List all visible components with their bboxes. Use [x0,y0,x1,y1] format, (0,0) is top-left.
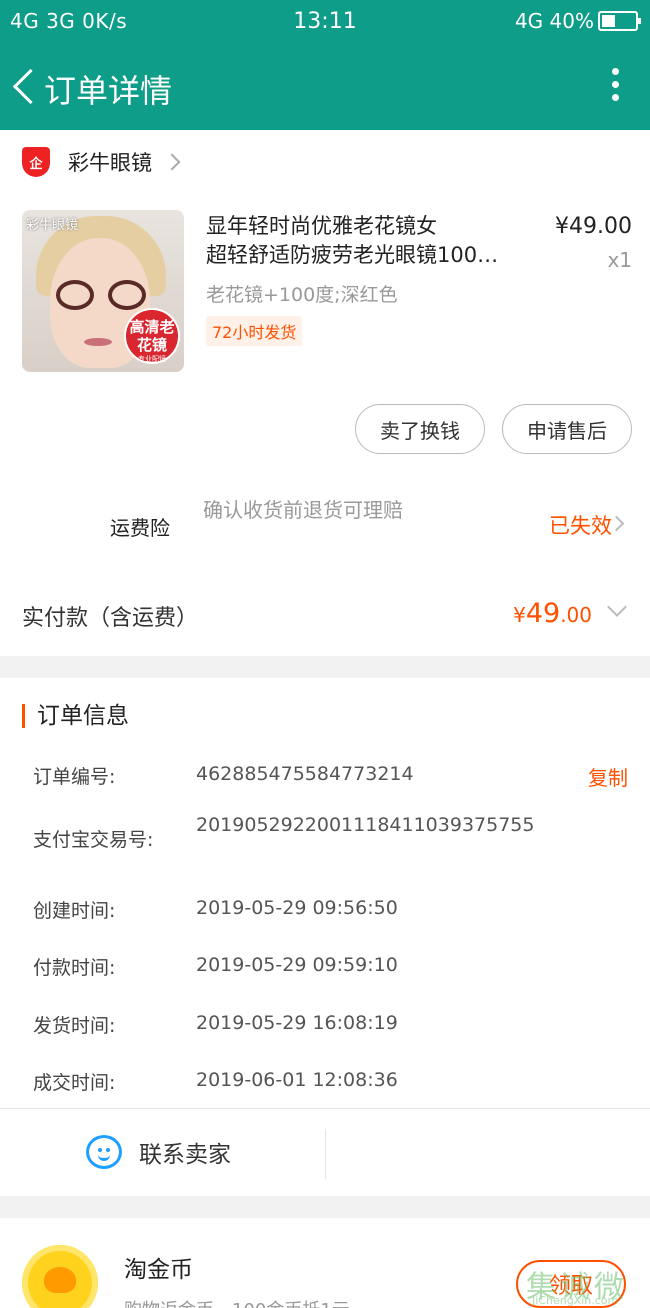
contact-seller-button[interactable]: 联系卖家 [86,1135,231,1169]
coin-icon [22,1245,98,1308]
enterprise-badge-icon: 企 [22,147,50,177]
product-quantity: x1 [607,248,632,272]
top-navbar: 订单详情 [0,44,650,130]
chevron-down-icon[interactable] [607,597,627,617]
image-brand-text: 彩牛眼镜 [26,218,79,233]
shop-link[interactable]: 企 彩牛眼镜 [22,144,181,180]
product-price: ¥49.00 [555,214,632,239]
divider [325,1129,326,1179]
page-title: 订单详情 [44,72,173,110]
order-info-card: 订单信息 订单编号: 462885475584773214 复制 支付宝交易号:… [0,678,650,1196]
battery-icon [598,11,641,31]
watermark-logo: 集诚微 JiChengXin.com [526,1270,628,1307]
info-row-completed-time: 成交时间: 2019-06-01 12:08:36 [33,1069,398,1094]
product-title-line1: 显年轻时尚优雅老花镜女 [206,214,437,238]
info-row-paid-time: 付款时间: 2019-05-29 09:59:10 [33,954,398,979]
battery-level [602,15,615,27]
back-icon[interactable] [10,62,40,112]
shipping-tag: 72小时发货 [206,316,303,346]
battery-text: 4G 40% [514,9,594,33]
product-spec: 老花镜+100度;深红色 [206,284,398,306]
shop-name: 彩牛眼镜 [68,151,152,175]
contact-seller-label: 联系卖家 [139,1142,231,1168]
insurance-label: 运费险 [110,516,170,540]
alipay-transaction-number: 2019052922001118411039375755 [196,814,535,836]
glasses-illustration [52,280,150,310]
product-title[interactable]: 显年轻时尚优雅老花镜女 超轻舒适防疲劳老光眼镜100… [206,212,532,270]
info-row-shipped-time: 发货时间: 2019-05-29 16:08:19 [33,1012,398,1037]
order-number: 462885475584773214 [196,763,414,785]
sell-button[interactable]: 卖了换钱 [355,404,485,454]
chat-icon [86,1135,122,1169]
more-options-icon[interactable] [610,68,620,106]
product-image[interactable]: 彩牛眼镜 高清老花镜 专业配镜 [22,210,184,372]
info-row-order-number: 订单编号: 462885475584773214 复制 [33,762,628,791]
insurance-status[interactable]: 已失效 [549,510,612,540]
product-title-line2: 超轻舒适防疲劳老光眼镜100… [206,243,499,267]
chevron-right-icon [163,153,181,171]
paid-label: 实付款（含运费） [22,606,199,631]
order-item-card: 企 彩牛眼镜 彩牛眼镜 高清老花镜 专业配镜 显年轻时尚优雅老花镜女 超轻舒适防疲… [0,130,650,656]
copy-button[interactable]: 复制 [588,762,628,791]
coin-description: 购物返金币，100金币抵1元 [124,1296,350,1308]
hd-seal-badge: 高清老花镜 专业配镜 [124,308,180,364]
paid-amount: ¥49.00 [513,598,592,629]
info-row-alipay-number: 支付宝交易号: 2019052922001118411039375755 [33,814,535,851]
coin-title: 淘金币 [124,1257,193,1283]
status-bar: 4G 3G 0K/s 13:11 4G 40% [0,0,650,44]
info-row-created-time: 创建时间: 2019-05-29 09:56:50 [33,897,398,922]
contact-bar: 联系卖家 [0,1108,650,1196]
after-sale-button[interactable]: 申请售后 [502,404,632,454]
order-info-title: 订单信息 [22,704,129,728]
insurance-description: 确认收货前退货可理赔 [203,498,403,522]
